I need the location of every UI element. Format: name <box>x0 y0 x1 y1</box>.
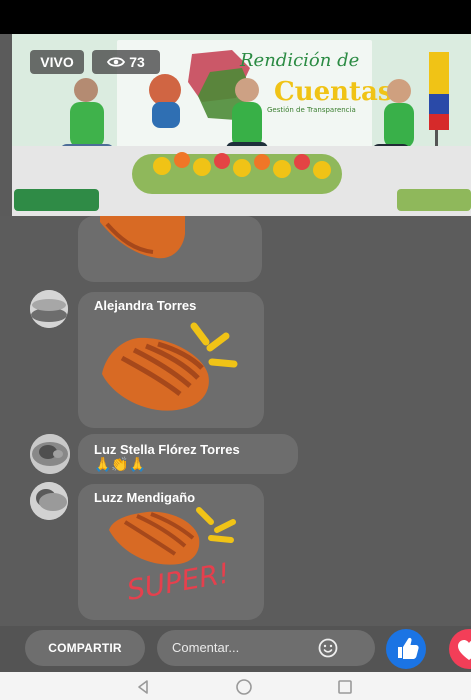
comment-input[interactable]: Comentar... <box>157 630 375 666</box>
emoji-icon[interactable] <box>318 638 338 658</box>
android-navigation-bar <box>0 672 471 700</box>
share-button[interactable]: COMPARTIR <box>25 630 145 666</box>
clapping-sticker <box>102 322 238 411</box>
clapping-sticker <box>100 216 185 259</box>
comment-author: Luzz Mendigaño <box>94 490 196 505</box>
comment-2: Luz Stella Flórez Torres 🙏👏🙏 <box>0 434 471 474</box>
avatar <box>30 434 70 474</box>
love-icon <box>458 640 471 660</box>
comment-author: Luz Stella Flórez Torres <box>94 442 240 457</box>
back-icon[interactable] <box>132 676 154 698</box>
banner-title-2: Cuentas <box>274 77 393 107</box>
home-icon[interactable] <box>233 676 255 698</box>
comment-3: Luzz Mendigaño SUPER! <box>0 480 471 622</box>
super-text: SUPER! <box>124 556 232 606</box>
comment-emoji: 🙏👏🙏 <box>94 456 147 472</box>
comment-placeholder: Comentar... <box>172 640 240 655</box>
recent-apps-icon[interactable] <box>334 676 356 698</box>
avatar <box>30 290 68 328</box>
banner-subtitle: Gestión de Transparencia <box>267 106 356 114</box>
phone-screen: Rendición de Cuentas Gestión de Transpar… <box>0 0 471 700</box>
comment-author: Alejandra Torres <box>94 298 197 313</box>
status-bar <box>0 0 471 34</box>
like-button[interactable] <box>386 629 426 669</box>
eye-icon <box>107 57 126 67</box>
like-icon <box>398 637 419 659</box>
comment-1: Alejandra Torres <box>0 286 471 432</box>
banner-title-1: Rendición de <box>239 50 359 71</box>
viewer-count: 73 <box>129 54 145 70</box>
love-button[interactable] <box>449 629 471 669</box>
viewer-count-badge: 73 <box>92 50 160 74</box>
live-badge: VIVO <box>30 50 84 74</box>
comment-0 <box>0 216 471 290</box>
comments-feed[interactable]: Alejandra Torres Luz Stella Flórez Torre… <box>0 216 471 626</box>
avatar <box>30 482 68 520</box>
super-clap-sticker: SUPER! <box>109 507 236 607</box>
